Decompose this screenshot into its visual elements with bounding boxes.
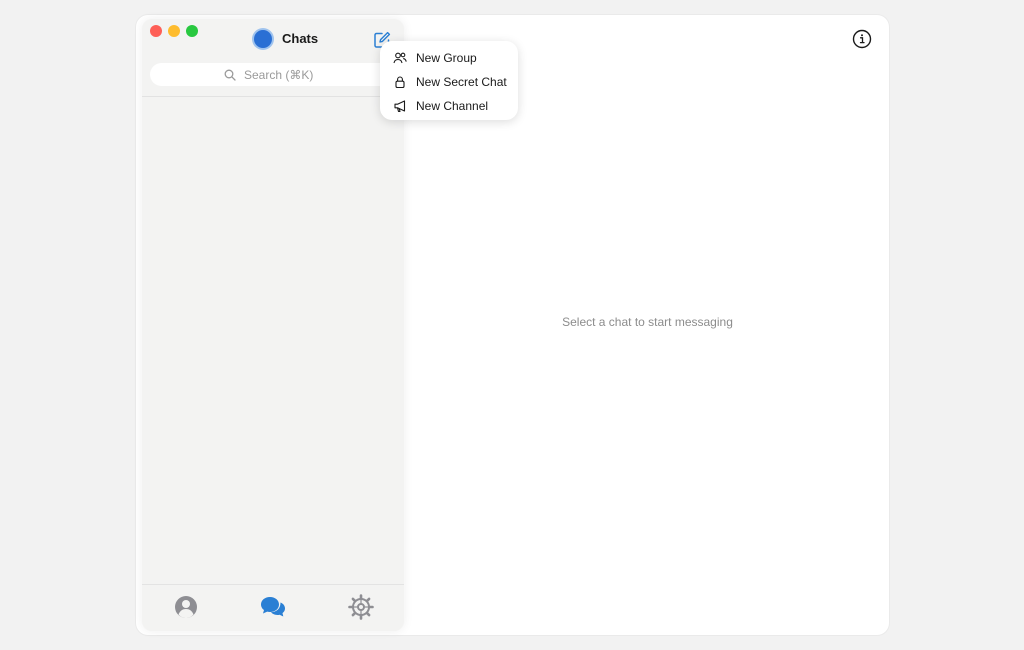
new-chat-menu: New Group New Secret Chat New Channel <box>380 41 518 120</box>
search-input[interactable] <box>244 67 324 82</box>
tab-chats[interactable] <box>259 593 287 621</box>
menu-item-label: New Secret Chat <box>416 75 507 89</box>
info-icon <box>852 29 872 49</box>
info-button[interactable] <box>850 27 874 51</box>
sidebar-header: Chats <box>142 29 404 53</box>
menu-item-new-secret-chat[interactable]: New Secret Chat <box>380 70 518 94</box>
megaphone-icon <box>394 100 406 113</box>
group-icon <box>393 52 407 64</box>
gear-icon <box>348 594 374 620</box>
empty-state-message: Select a chat to start messaging <box>562 315 733 329</box>
person-circle-icon <box>175 596 197 618</box>
sidebar-tab-bar <box>142 584 404 631</box>
menu-item-label: New Group <box>416 51 477 65</box>
tab-contacts[interactable] <box>172 593 200 621</box>
menu-item-new-group[interactable]: New Group <box>380 46 518 70</box>
sidebar: Chats <box>142 19 404 631</box>
chat-bubbles-icon <box>261 597 285 617</box>
sidebar-title: Chats <box>282 31 319 46</box>
account-avatar[interactable] <box>254 30 272 48</box>
sidebar-divider <box>142 96 404 97</box>
menu-item-new-channel[interactable]: New Channel <box>380 94 518 118</box>
lock-icon <box>395 76 405 89</box>
search-icon <box>224 69 236 81</box>
menu-item-label: New Channel <box>416 99 489 113</box>
search-bar[interactable] <box>150 63 398 86</box>
tab-settings[interactable] <box>347 593 375 621</box>
